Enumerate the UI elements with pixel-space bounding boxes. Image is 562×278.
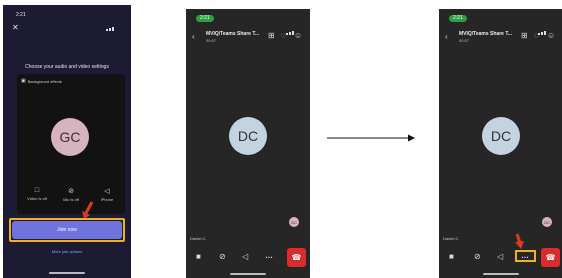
video-off-icon[interactable]: ■ (196, 253, 201, 261)
participant-avatar: DC (482, 117, 520, 155)
background-effects-icon: ▣ (21, 78, 26, 84)
meeting-title: MVIQ/Teams Share T... (206, 31, 259, 37)
video-toggle-label: Video is off (27, 196, 47, 201)
signal-icons (538, 17, 552, 35)
grid-icon[interactable]: ⊞ (268, 32, 275, 40)
background-effects-button[interactable]: ▣ Background effects (21, 78, 62, 84)
home-indicator (49, 272, 85, 274)
back-chevron-icon[interactable]: ‹ (445, 32, 448, 41)
self-avatar: GC (289, 217, 299, 227)
audio-output-toggle[interactable]: ◁ iPhone (93, 187, 121, 202)
preview-panel: ▣ Background effects GC □ Video is off ⊘… (17, 74, 125, 214)
signal-icons (286, 17, 300, 35)
call-time-pill: 2:21 (449, 15, 467, 22)
annotation-arrow (515, 233, 524, 249)
meeting-duration: 00:07 (459, 38, 470, 43)
in-call-screen-highlighted: 2:21 ‹ MVIQ/Teams Share T... 00:07 ⊞ ◌ ☺… (439, 9, 562, 278)
hang-up-icon: ☎ (291, 253, 302, 262)
back-chevron-icon[interactable]: ‹ (192, 32, 195, 41)
mic-off-icon[interactable]: ⊘ (474, 253, 481, 261)
signal-icons (106, 13, 120, 31)
people-icon[interactable]: ☺ (294, 32, 302, 40)
in-call-screen: 2:21 ‹ MVIQ/Teams Share T... 00:07 ⊞ ◌ ☺… (186, 9, 310, 278)
hang-up-icon: ☎ (545, 253, 556, 262)
join-now-button[interactable]: Join now (12, 221, 122, 239)
participant-name: Daniel C. (443, 236, 460, 241)
participant-avatar: DC (229, 117, 267, 155)
video-off-icon: □ (34, 187, 40, 194)
video-toggle[interactable]: □ Video is off (23, 187, 51, 201)
settings-heading: Choose your audio and video settings (25, 64, 109, 70)
people-icon[interactable]: ☺ (547, 32, 555, 40)
more-options-icon[interactable]: … (521, 252, 529, 260)
mic-off-icon[interactable]: ⊘ (219, 253, 226, 261)
more-options-icon[interactable]: … (265, 252, 273, 260)
grid-icon[interactable]: ⊞ (521, 32, 528, 40)
participant-name: Daniel C. (190, 236, 207, 241)
home-indicator (230, 273, 266, 275)
speaker-icon: ◁ (104, 188, 110, 195)
flow-arrow (327, 134, 415, 142)
speaker-icon[interactable]: ◁ (242, 253, 248, 261)
more-join-options-link[interactable]: More join options (3, 249, 131, 254)
video-off-icon[interactable]: ■ (449, 253, 454, 261)
close-icon[interactable]: ✕ (12, 23, 19, 32)
status-time: 2:21 (16, 12, 26, 18)
avatar: GC (51, 118, 89, 156)
speaker-icon[interactable]: ◁ (497, 253, 503, 261)
audio-output-label: iPhone (100, 197, 114, 202)
call-time-pill: 2:21 (196, 15, 214, 22)
mic-toggle[interactable]: ⊘ Mic is off (57, 187, 85, 202)
meeting-duration: 00:07 (206, 38, 217, 43)
hang-up-button[interactable]: ☎ (541, 248, 560, 267)
chat-icon[interactable]: ◌ (281, 32, 286, 40)
self-avatar: GC (542, 217, 552, 227)
background-effects-label: Background effects (27, 78, 62, 84)
home-indicator (483, 273, 519, 275)
chat-icon[interactable]: ◌ (534, 32, 539, 40)
meeting-title: MVIQ/Teams Share T... (459, 31, 512, 37)
hang-up-button[interactable]: ☎ (287, 248, 306, 267)
prejoin-screen: 2:21 ✕ Choose your audio and video setti… (3, 5, 131, 278)
mic-off-icon: ⊘ (68, 188, 74, 195)
